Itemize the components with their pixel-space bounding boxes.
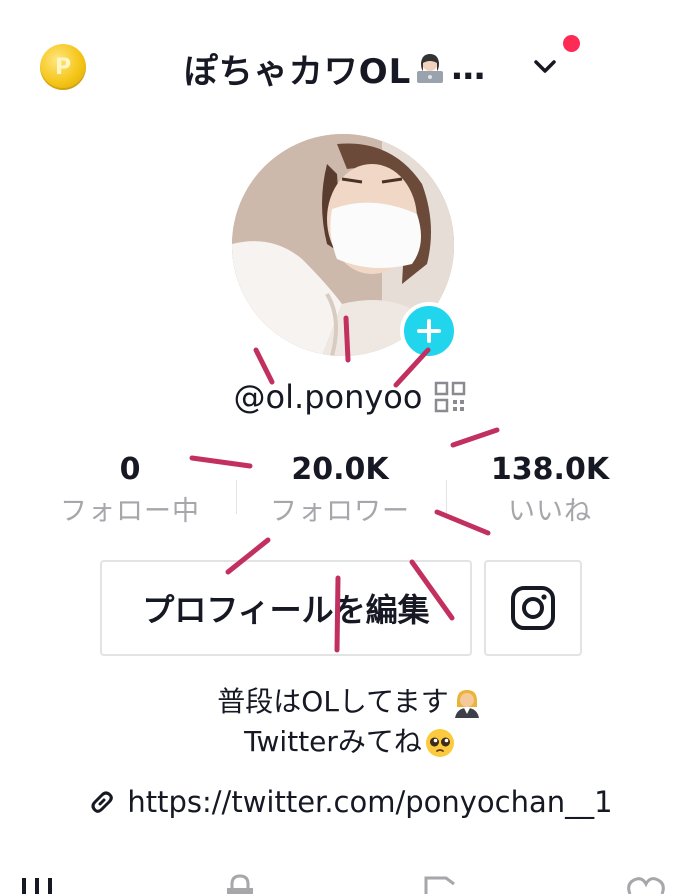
username-row: @ol.ponyoo: [150, 372, 550, 422]
lock-icon[interactable]: [222, 870, 258, 894]
stat-label: いいね: [508, 496, 592, 527]
stat-following[interactable]: 0 フォロー中: [30, 448, 230, 532]
woman-office-worker-emoji: [454, 690, 479, 718]
heart-icon[interactable]: [624, 870, 668, 894]
chevron-down-icon[interactable]: [530, 52, 560, 82]
edit-profile-button[interactable]: プロフィールを編集: [100, 560, 472, 656]
link-icon: [91, 791, 114, 813]
qr-code-icon[interactable]: [434, 381, 466, 413]
notification-dot: [563, 35, 580, 52]
bio-line-1: 普段はOLしてます: [100, 682, 600, 722]
stat-value: 138.0K: [490, 452, 610, 487]
link-url: https://twitter.com/ponyochan__1: [127, 785, 613, 819]
account-switcher[interactable]: ぽちゃカワOL …: [140, 40, 530, 96]
stat-followers[interactable]: 20.0K フォロワー: [240, 448, 440, 532]
bio: 普段はOLしてます Twitterみてね: [100, 682, 600, 762]
grid-icon[interactable]: [20, 870, 54, 894]
stat-likes[interactable]: 138.0K いいね: [450, 448, 650, 532]
stat-value: 20.0K: [291, 452, 389, 487]
username: @ol.ponyoo: [233, 378, 423, 416]
bio-line-2: Twitterみてね: [100, 722, 600, 762]
bio-text-1: 普段はOLしてます: [217, 685, 449, 718]
instagram-icon: [511, 586, 555, 630]
bio-text-2: Twitterみてね: [244, 725, 422, 758]
coin-icon[interactable]: P: [40, 44, 86, 90]
stat-label: フォロワー: [270, 496, 410, 527]
woman-technologist-emoji: [417, 54, 444, 83]
stat-value: 0: [119, 452, 141, 487]
stat-label: フォロー中: [60, 496, 200, 527]
coin-symbol: P: [54, 54, 72, 80]
profile-tabs: [0, 870, 700, 894]
instagram-button[interactable]: [484, 560, 582, 656]
repost-icon[interactable]: [420, 870, 460, 894]
stat-divider: [446, 480, 447, 514]
profile-link[interactable]: https://twitter.com/ponyochan__1: [60, 780, 640, 824]
pleading-face-emoji: [425, 729, 454, 757]
plus-icon: [417, 319, 441, 343]
add-avatar-button[interactable]: [400, 302, 458, 360]
title-ellipsis: …: [451, 48, 487, 88]
stat-divider: [236, 480, 237, 514]
profile-title: ぽちゃカワOL: [183, 51, 412, 92]
